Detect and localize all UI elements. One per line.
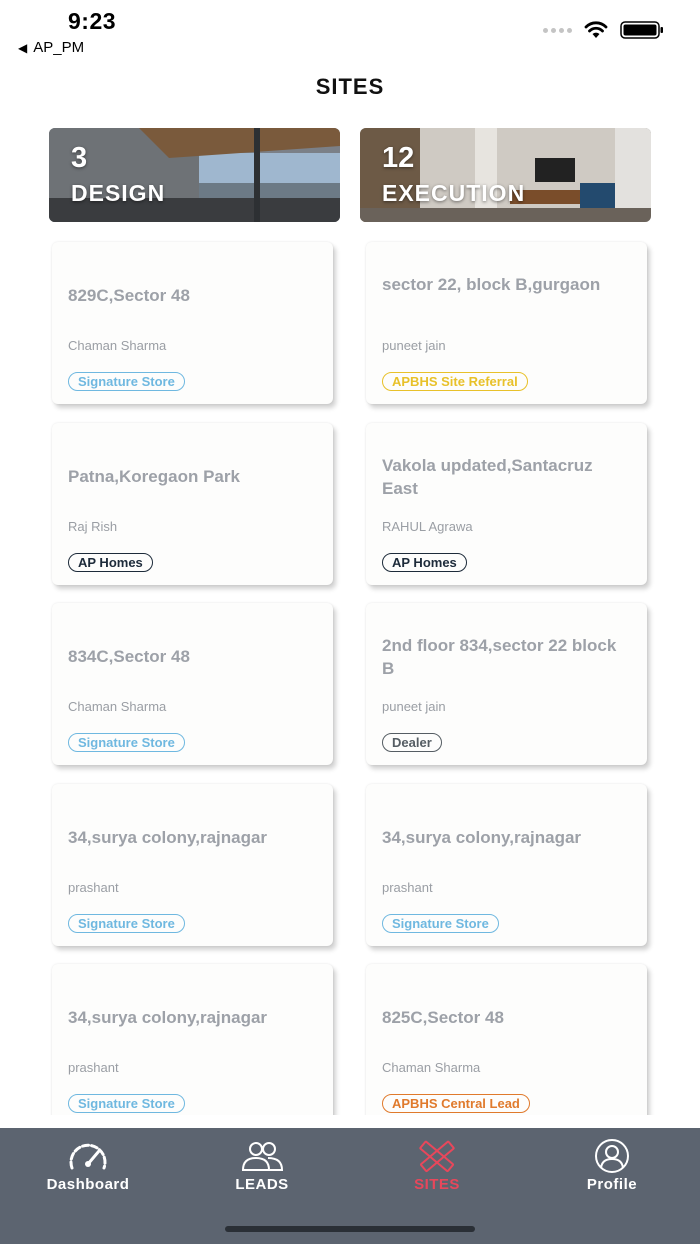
tab-sites-label: SITES [414, 1176, 460, 1193]
site-card[interactable]: 34,surya colony,rajnagar prashant Signat… [52, 964, 333, 1115]
site-card[interactable]: 825C,Sector 48 Chaman Sharma APBHS Centr… [366, 964, 647, 1115]
site-owner: RAHUL Agrawa [382, 519, 473, 534]
site-card[interactable]: 34,surya colony,rajnagar prashant Signat… [366, 784, 647, 946]
site-tag-badge: AP Homes [382, 553, 467, 572]
back-triangle-icon: ◀ [18, 40, 28, 55]
site-owner: puneet jain [382, 699, 446, 714]
design-count: 3 [71, 142, 88, 174]
execution-label: EXECUTION [382, 180, 526, 206]
tab-profile-label: Profile [586, 1176, 638, 1193]
site-address: 34,surya colony,rajnagar [382, 828, 582, 847]
speedometer-icon [69, 1143, 107, 1170]
site-owner: Chaman Sharma [68, 699, 167, 714]
site-tag-badge: Signature Store [68, 1094, 185, 1113]
site-card[interactable]: Vakola updated,Santacruz East RAHUL Agra… [366, 423, 647, 585]
site-card[interactable]: sector 22, block B,gurgaon puneet jain A… [366, 242, 647, 404]
users-icon [241, 1142, 284, 1171]
site-address: 829C,Sector 48 [68, 286, 190, 305]
site-tag-badge: Signature Store [68, 372, 185, 391]
tab-leads-label: LEADS [235, 1176, 289, 1193]
site-tag-badge: Signature Store [68, 733, 185, 752]
back-to-app-link[interactable]: ◀ AP_PM [18, 39, 84, 56]
tab-sites[interactable]: SITES [357, 1138, 517, 1193]
status-indicators [543, 20, 664, 40]
site-card[interactable]: 34,surya colony,rajnagar prashant Signat… [52, 784, 333, 946]
execution-count: 12 [382, 142, 415, 174]
site-tag-badge: Dealer [382, 733, 442, 752]
site-owner: prashant [382, 880, 433, 895]
site-tag-badge: APBHS Site Referral [382, 372, 528, 391]
site-tag-badge: AP Homes [68, 553, 153, 572]
site-tag-badge: Signature Store [68, 914, 185, 933]
tab-dashboard[interactable]: Dashboard [8, 1138, 168, 1193]
site-owner: puneet jain [382, 338, 446, 353]
site-address: Patna,Koregaon Park [68, 467, 240, 486]
design-label: DESIGN [71, 180, 166, 206]
tab-profile[interactable]: Profile [532, 1138, 692, 1193]
site-address: 34,surya colony,rajnagar [68, 1008, 268, 1027]
tab-leads[interactable]: LEADS [182, 1138, 342, 1193]
site-address: sector 22, block B,gurgaon [382, 275, 601, 294]
page-title: SITES [315, 74, 385, 99]
site-cards-list[interactable]: 829C,Sector 48 Chaman Sharma Signature S… [0, 240, 700, 1115]
wifi-icon [584, 21, 608, 38]
site-address: 34,surya colony,rajnagar [68, 828, 268, 847]
site-address: Vakola updated,Santacruz East [382, 456, 593, 498]
site-card[interactable]: Patna,Koregaon Park Raj Rish AP Homes [52, 423, 333, 585]
site-address: 834C,Sector 48 [68, 647, 190, 666]
site-owner: Chaman Sharma [68, 338, 167, 353]
design-category-banner[interactable]: 3 DESIGN [49, 128, 340, 222]
site-address: 2nd floor 834,sector 22 block B [382, 636, 617, 678]
site-owner: prashant [68, 880, 119, 895]
site-owner: Chaman Sharma [382, 1060, 481, 1075]
profile-icon [595, 1139, 629, 1173]
site-tag-badge: APBHS Central Lead [382, 1094, 530, 1113]
execution-category-banner[interactable]: 12 EXECUTION [360, 128, 651, 222]
site-address: 825C,Sector 48 [382, 1008, 504, 1027]
cellular-signal-icon [543, 27, 572, 33]
site-card[interactable]: 834C,Sector 48 Chaman Sharma Signature S… [52, 603, 333, 765]
design-banner-image [49, 128, 340, 222]
site-tag-badge: Signature Store [382, 914, 499, 933]
status-time: 9:23 [68, 8, 117, 34]
tab-dashboard-label: Dashboard [46, 1176, 130, 1193]
site-owner: Raj Rish [68, 519, 118, 534]
site-card[interactable]: 2nd floor 834,sector 22 block B puneet j… [366, 603, 647, 765]
status-bar: 9:23 ◀ AP_PM [0, 0, 700, 60]
site-owner: prashant [68, 1060, 119, 1075]
pencil-ruler-icon [419, 1140, 455, 1172]
battery-icon [620, 21, 663, 39]
site-card[interactable]: 829C,Sector 48 Chaman Sharma Signature S… [52, 242, 333, 404]
home-indicator[interactable] [225, 1226, 475, 1232]
back-app-label: AP_PM [33, 39, 85, 56]
